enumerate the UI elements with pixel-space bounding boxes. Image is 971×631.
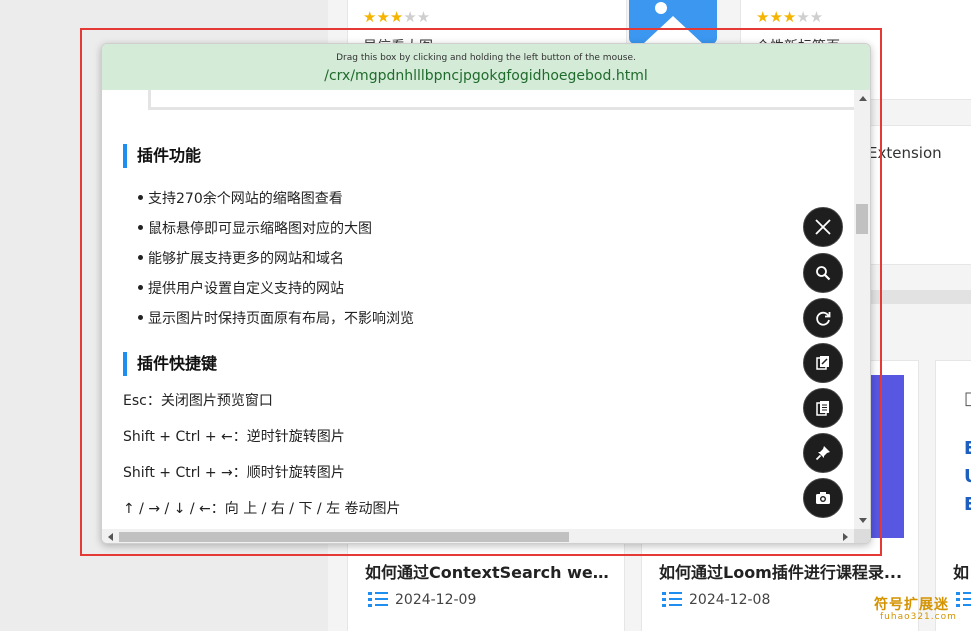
- article-date: 2024-12-08: [689, 592, 771, 608]
- scroll-down-icon[interactable]: [859, 518, 867, 523]
- watermark-logo: 符号扩展迷: [874, 597, 949, 613]
- preview-viewport[interactable]: 插件功能 支持270余个网站的缩略图查看 鼠标悬停即可显示缩略图对应的大图 能够…: [102, 90, 854, 529]
- list-icon: [368, 592, 388, 608]
- extension-label: Extension: [868, 144, 942, 162]
- zoom-icon: [816, 266, 831, 281]
- shortcut-line: Esc：关闭图片预览窗口: [123, 393, 273, 409]
- preview-url: /crx/mgpdnhlllbpncjpgokgfogidhoegebod.ht…: [324, 68, 648, 84]
- list-item: 提供用户设置自定义支持的网站: [138, 278, 344, 298]
- copy-link-button[interactable]: [803, 343, 843, 383]
- drag-handle[interactable]: Drag this box by clicking and holding th…: [102, 44, 870, 90]
- article-title-fragment: U: [964, 466, 971, 487]
- close-preview-button[interactable]: [803, 207, 843, 247]
- copy-button[interactable]: [803, 388, 843, 428]
- scroll-right-icon[interactable]: [843, 533, 848, 541]
- article-title[interactable]: 如何通过ContextSearch web-...: [365, 559, 615, 583]
- shortcut-line: ↑ / → / ↓ / ←：向 上 / 右 / 下 / 左 卷动图片: [123, 501, 401, 517]
- bookmark-icon: ▯: [964, 388, 971, 409]
- copy-icon: [816, 401, 829, 416]
- rating-stars-left: ★★★★★: [363, 8, 431, 26]
- watermark-url: fuhao321.com: [880, 612, 957, 622]
- scroll-up-icon[interactable]: [859, 96, 867, 101]
- previous-content-box: [148, 90, 854, 110]
- drag-hint-text: Drag this box by clicking and holding th…: [336, 53, 636, 63]
- shortcut-line: Shift + Ctrl + →：顺时针旋转图片: [123, 465, 345, 481]
- rotate-button[interactable]: [803, 298, 843, 338]
- scrollbar-corner: [854, 529, 870, 543]
- camera-icon: [816, 492, 830, 504]
- shortcuts-heading: 插件快捷键: [123, 352, 217, 376]
- image-preview-popup[interactable]: Drag this box by clicking and holding th…: [101, 43, 871, 544]
- article-date: 2024-12-09: [395, 592, 477, 608]
- rating-stars-right: ★★★★★: [756, 8, 824, 26]
- list-item: 能够扩展支持更多的网站和域名: [138, 248, 344, 268]
- article-title-fragment: E: [964, 438, 971, 459]
- list-item: 显示图片时保持页面原有布局，不影响浏览: [138, 308, 414, 328]
- article-title-fragment: E: [964, 494, 971, 515]
- article-title[interactable]: 如何通过Loom插件进行课程录...: [659, 559, 909, 583]
- features-heading: 插件功能: [123, 144, 201, 168]
- horizontal-scrollbar[interactable]: [102, 529, 854, 543]
- pin-button[interactable]: [803, 433, 843, 473]
- list-item: 鼠标悬停即可显示缩略图对应的大图: [138, 218, 372, 238]
- rotate-icon: [816, 311, 831, 326]
- divider-strip: [860, 290, 971, 304]
- vertical-scrollbar[interactable]: [854, 90, 870, 529]
- screenshot-button[interactable]: [803, 478, 843, 518]
- shortcut-line: Shift + Ctrl + ←：逆时针旋转图片: [123, 429, 345, 445]
- pin-icon: [815, 446, 830, 461]
- vertical-scroll-thumb[interactable]: [856, 204, 868, 234]
- zoom-button[interactable]: [803, 253, 843, 293]
- close-icon: [815, 219, 831, 235]
- list-icon: [662, 592, 682, 608]
- image-icon: [629, 0, 717, 44]
- horizontal-scroll-thumb[interactable]: [119, 532, 569, 542]
- article-title[interactable]: 如: [953, 559, 971, 583]
- list-item: 支持270余个网站的缩略图查看: [138, 188, 343, 208]
- list-icon: [956, 592, 971, 608]
- scroll-left-icon[interactable]: [108, 533, 113, 541]
- copy-link-icon: [816, 356, 829, 370]
